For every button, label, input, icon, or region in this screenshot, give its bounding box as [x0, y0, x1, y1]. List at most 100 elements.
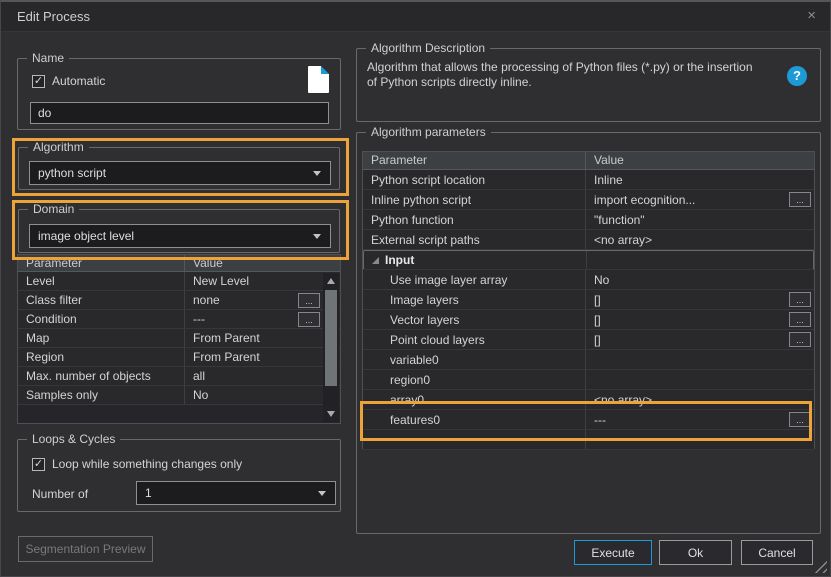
table-row[interactable]: RegionFrom Parent — [18, 348, 340, 367]
scroll-down-icon[interactable] — [327, 411, 335, 417]
domain-select[interactable]: image object level — [29, 224, 331, 248]
param-label: Python script location — [371, 173, 485, 187]
param-label: Image layers — [390, 293, 459, 307]
value-label: [] — [594, 293, 601, 307]
edit-process-dialog: Edit Process × Name ✓ Automatic Algorith… — [0, 0, 831, 577]
cancel-button[interactable]: Cancel — [741, 540, 813, 565]
table-rows: LevelNew LevelClass filternone...Conditi… — [18, 272, 340, 405]
ellipsis-button[interactable]: ... — [789, 192, 811, 207]
chevron-down-icon[interactable] — [313, 234, 321, 239]
column-header-value[interactable]: Value — [184, 255, 340, 271]
segmentation-preview-button[interactable]: Segmentation Preview — [18, 536, 153, 562]
param-label: Condition — [26, 312, 77, 326]
table-row[interactable]: variable0 — [363, 350, 814, 370]
value-label: From Parent — [193, 331, 260, 345]
table-row[interactable]: Python script location Inline — [363, 170, 814, 190]
domain-group-label: Domain — [28, 202, 79, 216]
chevron-down-icon[interactable] — [313, 171, 321, 176]
scroll-up-icon[interactable] — [327, 278, 335, 284]
param-label: Point cloud layers — [390, 333, 485, 347]
table-row[interactable]: Inline python scriptimport ecognition...… — [363, 190, 814, 210]
table-row[interactable] — [363, 430, 814, 450]
name-group: Name ✓ Automatic — [17, 58, 341, 130]
execute-button[interactable]: Execute — [574, 540, 652, 565]
algorithm-group-label: Algorithm — [28, 140, 89, 154]
table-rows: Python script location Inline Inline pytho… — [363, 170, 814, 450]
param-label: Python function — [371, 213, 454, 227]
number-of-label: Number of — [32, 487, 88, 501]
ellipsis-button[interactable]: ... — [789, 312, 811, 327]
domain-parameters-table: Parameter Value Level New Level Class filt… — [17, 254, 341, 424]
loops-cycles-group: Loops & Cycles ✓ Loop while something ch… — [17, 439, 341, 512]
close-icon[interactable]: × — [807, 7, 816, 24]
value-label: "function" — [594, 213, 645, 227]
ellipsis-button[interactable]: ... — [789, 412, 811, 427]
ellipsis-button[interactable]: ... — [789, 292, 811, 307]
value-label: [] — [594, 313, 601, 327]
table-row[interactable]: External script paths <no array> — [363, 230, 814, 250]
automatic-label: Automatic — [52, 74, 105, 88]
ellipsis-button[interactable]: ... — [298, 293, 320, 308]
name-group-label: Name — [27, 51, 69, 65]
table-row[interactable]: Python function "function" — [363, 210, 814, 230]
number-of-value: 1 — [145, 486, 152, 500]
value-label: From Parent — [193, 350, 260, 364]
domain-group: Domain image object level — [18, 209, 340, 253]
param-label: array0 — [390, 393, 424, 407]
param-label: Class filter — [26, 293, 82, 307]
table-row[interactable]: Class filternone... — [18, 291, 340, 310]
param-label: External script paths — [371, 233, 480, 247]
param-label: Level — [26, 274, 55, 288]
ellipsis-button[interactable]: ... — [789, 332, 811, 347]
param-label: Use image layer array — [390, 273, 507, 287]
help-icon[interactable]: ? — [787, 66, 807, 86]
table-row[interactable]: Samples only No — [18, 386, 340, 405]
value-label: New Level — [193, 274, 249, 288]
resize-grip[interactable] — [813, 559, 827, 573]
algorithm-select[interactable]: python script — [29, 161, 331, 185]
table-row[interactable]: Max. number of objectsall — [18, 367, 340, 386]
param-group-row[interactable]: Input — [363, 250, 814, 270]
algorithm-selected-value: python script — [38, 166, 106, 180]
loop-checkbox[interactable]: ✓ — [32, 458, 45, 471]
column-header-value[interactable]: Value — [585, 152, 814, 169]
scrollbar[interactable] — [323, 273, 339, 422]
number-of-select[interactable]: 1 — [136, 481, 336, 505]
value-label: Inline — [594, 173, 623, 187]
table-row[interactable]: region0 — [363, 370, 814, 390]
automatic-checkbox[interactable]: ✓ — [32, 75, 45, 88]
scrollbar-thumb[interactable] — [325, 290, 337, 386]
ellipsis-button[interactable]: ... — [298, 312, 320, 327]
titlebar: Edit Process × — [1, 2, 830, 32]
value-label: <no array> — [594, 393, 652, 407]
column-header-parameter[interactable]: Parameter — [18, 255, 184, 271]
process-name-input[interactable] — [30, 102, 329, 124]
table-row[interactable]: Use image layer arrayNo — [363, 270, 814, 290]
column-header-parameter[interactable]: Parameter — [363, 152, 585, 169]
params-group-label: Algorithm parameters — [366, 125, 491, 139]
value-label: import ecognition... — [594, 193, 695, 207]
chevron-down-icon[interactable] — [318, 491, 326, 496]
value-label: <no array> — [594, 233, 652, 247]
param-label: Max. number of objects — [26, 369, 151, 383]
table-row[interactable]: array0 <no array> — [363, 390, 814, 410]
table-header: Parameter Value — [363, 152, 814, 170]
tree-expander-icon[interactable] — [372, 257, 379, 264]
table-row[interactable]: Level New Level — [18, 272, 340, 291]
table-row[interactable]: Condition---... — [18, 310, 340, 329]
loop-checkbox-label: Loop while something changes only — [52, 457, 242, 471]
table-row[interactable]: Image layers []... — [363, 290, 814, 310]
algorithm-parameters-table: Parameter Value Python script location In… — [362, 151, 815, 449]
param-label: region0 — [390, 373, 430, 387]
loop-checkbox-row: ✓ Loop while something changes only — [32, 457, 242, 471]
document-icon[interactable] — [308, 66, 329, 93]
table-row[interactable]: Vector layers[]... — [363, 310, 814, 330]
param-label: features0 — [390, 413, 440, 427]
table-row[interactable]: features0---... — [363, 410, 814, 430]
param-label: Samples only — [26, 388, 98, 402]
automatic-checkbox-row: ✓ Automatic — [32, 74, 105, 88]
value-label: No — [193, 388, 208, 402]
table-row[interactable]: MapFrom Parent — [18, 329, 340, 348]
ok-button[interactable]: Ok — [659, 540, 732, 565]
table-row[interactable]: Point cloud layers[]... — [363, 330, 814, 350]
